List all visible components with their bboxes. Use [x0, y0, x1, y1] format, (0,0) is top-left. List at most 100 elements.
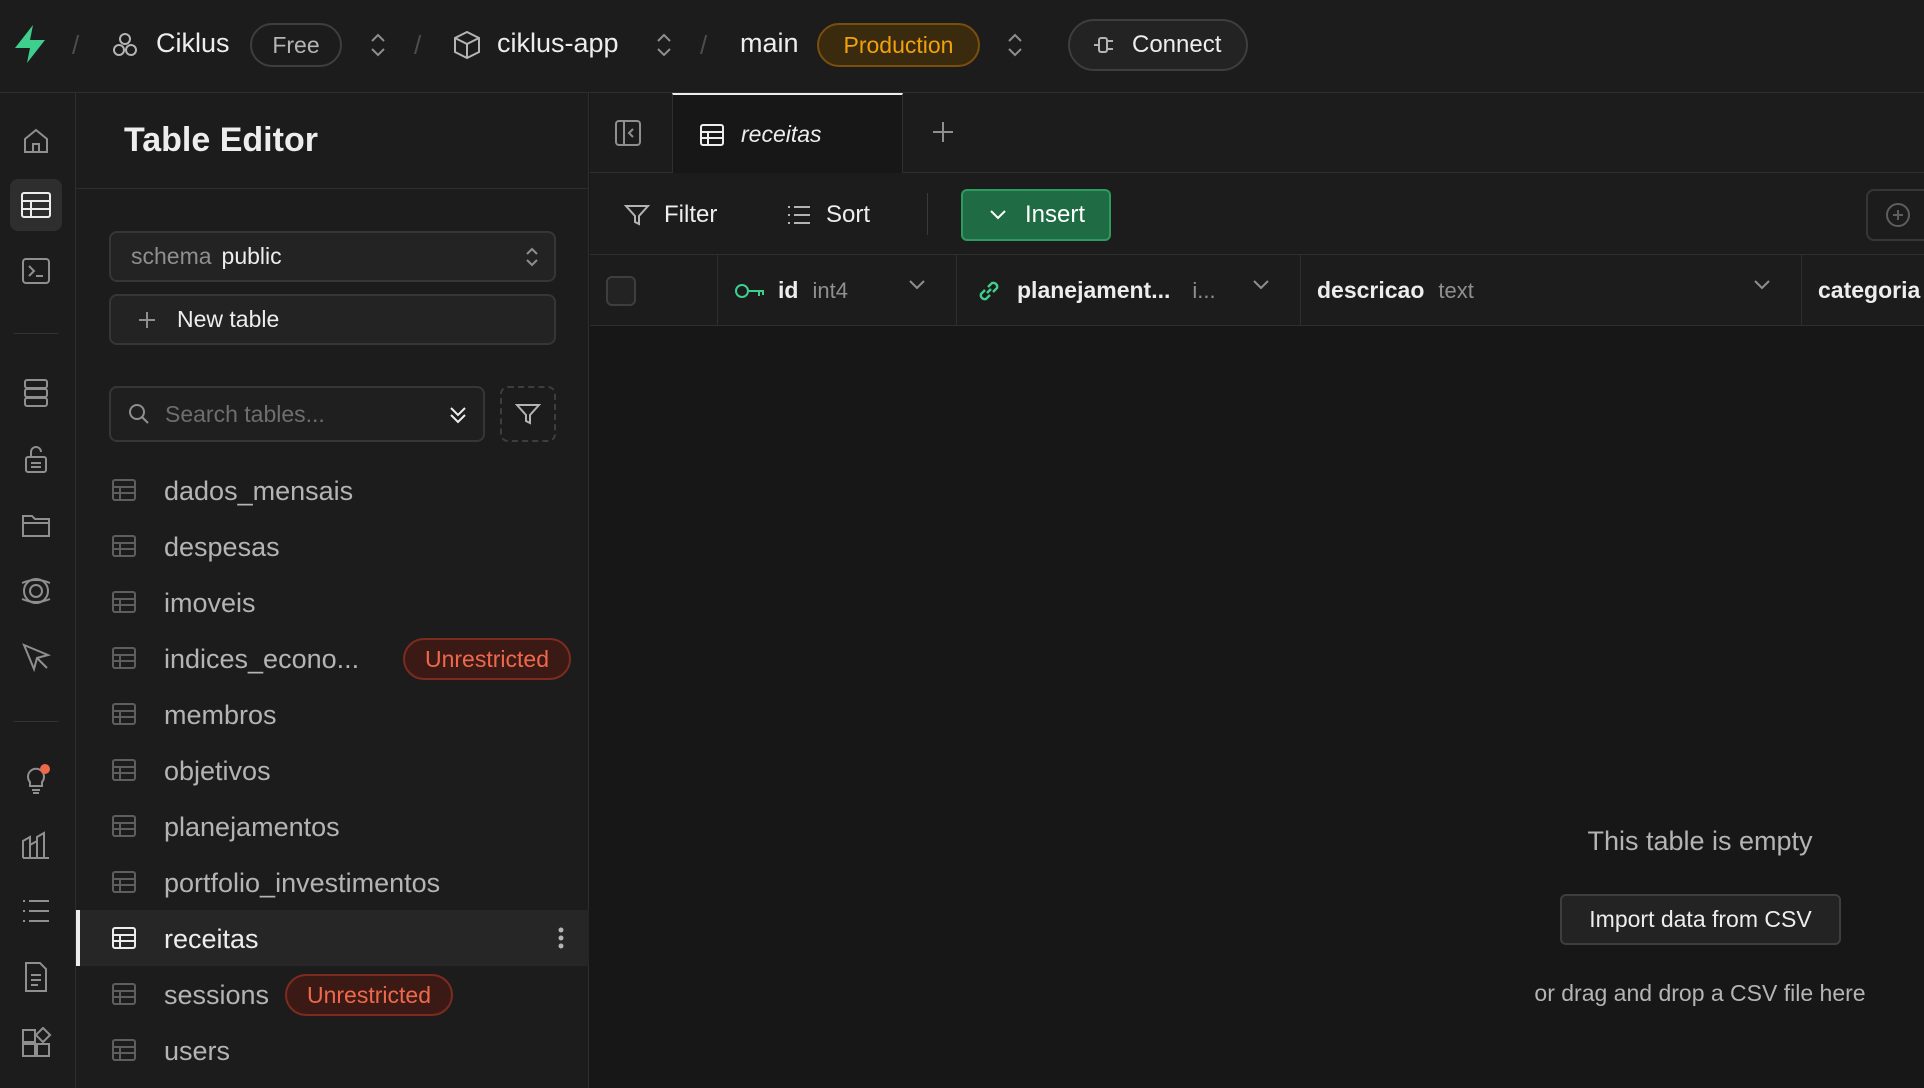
table-item-membros[interactable]: membros [76, 686, 589, 742]
column-type: i... [1192, 277, 1216, 303]
select-all-checkbox[interactable] [606, 275, 636, 306]
empty-hint: or drag and drop a CSV file here [1534, 980, 1866, 1006]
filter-tables-button[interactable] [500, 386, 556, 442]
table-icon [111, 758, 137, 782]
table-item-portfolio_investimentos[interactable]: portfolio_investimentos [76, 854, 589, 910]
table-item-receitas[interactable]: receitas [76, 910, 589, 966]
plug-icon [1092, 34, 1118, 56]
table-name: sessions [164, 980, 270, 1010]
sort-button[interactable]: Sort [786, 195, 870, 235]
schema-selector[interactable]: schema public [109, 231, 556, 282]
realtime-icon[interactable] [10, 565, 62, 617]
table-item-sessions[interactable]: sessions Unrestricted [76, 966, 589, 1022]
column-header-planejamento[interactable]: planejament... i... [957, 255, 1301, 326]
import-csv-button[interactable]: Import data from CSV [1560, 894, 1841, 945]
connect-label: Connect [1132, 31, 1222, 58]
more-options-icon[interactable] [557, 926, 565, 950]
database-icon[interactable] [10, 367, 62, 419]
chevron-down-icon[interactable] [1753, 279, 1771, 291]
table-item-despesas[interactable]: despesas [76, 518, 589, 574]
grid-header-row: id int4 planejament... i... descricao te… [590, 255, 1924, 326]
project-selector[interactable]: ciklus-app [497, 28, 619, 59]
filter-button[interactable]: Filter [624, 195, 717, 235]
api-docs-icon[interactable] [10, 951, 62, 1003]
table-icon [111, 646, 137, 670]
table-name: imoveis [164, 588, 256, 618]
integrations-icon[interactable] [10, 1017, 62, 1069]
table-name: despesas [164, 532, 280, 562]
project-switch-chevrons-icon[interactable] [654, 30, 674, 60]
chevron-down-icon[interactable] [908, 279, 926, 291]
supabase-logo-icon[interactable] [12, 24, 48, 64]
table-name: receitas [164, 924, 259, 954]
empty-title: This table is empty [1587, 826, 1813, 856]
org-switch-chevrons-icon[interactable] [368, 30, 388, 60]
edge-functions-icon[interactable] [10, 631, 62, 683]
chevron-down-icon[interactable] [1252, 279, 1270, 291]
branch-selector[interactable]: main [740, 28, 799, 59]
branch-switch-chevrons-icon[interactable] [1005, 30, 1025, 60]
table-editor-icon[interactable] [10, 179, 62, 231]
table-item-dados_mensais[interactable]: dados_mensais [76, 462, 589, 518]
chevron-updown-icon [524, 245, 540, 269]
tab-strip: receitas [590, 93, 1924, 174]
nav-rail [0, 93, 76, 1088]
new-table-button[interactable]: New table [109, 294, 556, 345]
table-item-users[interactable]: users [76, 1022, 589, 1078]
search-icon [127, 402, 151, 426]
advisors-icon[interactable] [10, 753, 62, 805]
breadcrumb-separator: / [414, 30, 422, 60]
org-selector[interactable]: Ciklus [156, 28, 230, 59]
column-header-descricao[interactable]: descricao text [1301, 255, 1802, 326]
breadcrumb-separator: / [700, 30, 708, 60]
tab-receitas[interactable]: receitas [672, 93, 903, 174]
rail-divider [14, 333, 58, 334]
project-cube-icon [453, 30, 481, 60]
org-name: Ciklus [156, 28, 230, 58]
collapse-sidebar-icon[interactable] [614, 119, 642, 147]
connect-button[interactable]: Connect [1068, 19, 1248, 71]
table-icon [111, 702, 137, 726]
table-item-indices_economicos[interactable]: indices_econo... Unrestricted [76, 630, 589, 686]
auth-icon[interactable] [10, 433, 62, 485]
org-icon [110, 30, 140, 60]
breadcrumb-separator: / [72, 30, 80, 60]
storage-icon[interactable] [10, 499, 62, 551]
table-name: indices_econo... [164, 644, 360, 674]
table-item-imoveis[interactable]: imoveis [76, 574, 589, 630]
table-name: dados_mensais [164, 476, 354, 506]
toolbar-divider [927, 193, 928, 235]
table-icon [111, 478, 137, 502]
logs-icon[interactable] [10, 885, 62, 937]
column-type: int4 [812, 277, 848, 303]
unrestricted-badge: Unrestricted [403, 638, 571, 680]
environment-badge: Production [817, 23, 980, 67]
schema-value: public [221, 243, 282, 269]
table-item-objetivos[interactable]: objetivos [76, 742, 589, 798]
insert-button[interactable]: Insert [961, 189, 1111, 241]
table-name: planejamentos [164, 812, 340, 842]
search-tables-input[interactable]: Search tables... [109, 386, 485, 442]
grid-toolbar: Filter Sort Insert [590, 173, 1924, 255]
add-column-button[interactable] [1866, 189, 1924, 241]
table-icon [699, 123, 725, 147]
table-icon [111, 1038, 137, 1062]
sort-list-icon [786, 204, 812, 226]
column-type: text [1438, 277, 1474, 303]
plus-icon [137, 310, 157, 330]
reports-icon[interactable] [10, 819, 62, 871]
new-table-label: New table [177, 306, 280, 332]
chevrons-down-icon[interactable] [447, 403, 469, 427]
column-header-id[interactable]: id int4 [718, 255, 957, 326]
table-name: membros [164, 700, 277, 730]
new-tab-plus-icon[interactable] [930, 119, 956, 145]
sql-editor-icon[interactable] [10, 245, 62, 297]
plus-circle-icon [1884, 201, 1912, 229]
table-item-planejamentos[interactable]: planejamentos [76, 798, 589, 854]
filter-label: Filter [664, 201, 718, 228]
home-icon[interactable] [10, 115, 62, 167]
plan-badge: Free [250, 23, 342, 67]
sort-label: Sort [826, 201, 871, 228]
column-header-categoria[interactable]: categoria [1802, 255, 1924, 326]
column-name: descricao [1317, 277, 1425, 303]
